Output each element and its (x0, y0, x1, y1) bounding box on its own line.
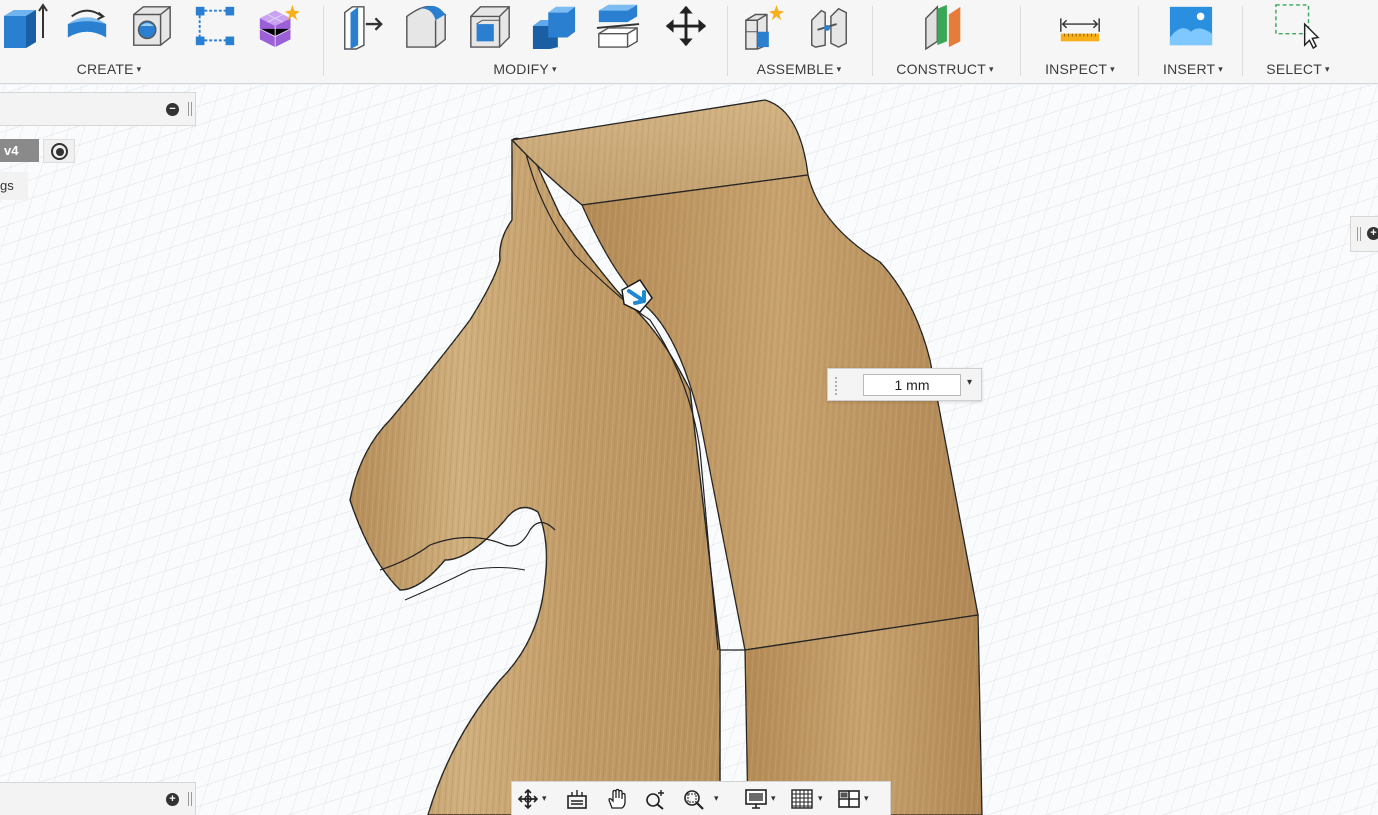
construct-group: CONSTRUCT ▾ (884, 0, 1006, 84)
inspect-menu[interactable]: INSPECT ▾ (1030, 61, 1130, 77)
display-settings-icon[interactable] (744, 788, 768, 810)
toolbar-divider (323, 6, 324, 76)
create-menu[interactable]: CREATE ▾ (0, 61, 228, 77)
toolbar-divider (1020, 6, 1021, 76)
look-at-icon[interactable] (566, 788, 588, 810)
collapse-browser-icon[interactable]: − (166, 103, 179, 116)
viewports-icon[interactable] (837, 788, 861, 810)
plus-symbol: + (1370, 227, 1377, 239)
fillet-radius-input[interactable] (863, 374, 961, 396)
right-panel-handle[interactable]: + (1350, 216, 1378, 252)
select-label: SELECT (1266, 61, 1322, 77)
browser-panel-header[interactable]: − (0, 92, 196, 126)
zoom-icon[interactable] (644, 788, 668, 810)
caret-down-icon: ▾ (988, 64, 994, 74)
create-group: CREATE ▾ (0, 0, 301, 84)
add-comment-icon[interactable]: + (166, 793, 179, 806)
hole-icon[interactable] (128, 2, 174, 50)
extrude-icon[interactable] (0, 2, 48, 50)
inspect-label: INSPECT (1045, 61, 1108, 77)
plane-icon[interactable] (922, 2, 968, 51)
caret-down-icon: ▾ (136, 64, 142, 74)
orbit-icon[interactable] (517, 788, 539, 810)
insert-menu[interactable]: INSERT ▾ (1146, 61, 1240, 77)
radio-inner-icon (55, 147, 64, 156)
caret-down-icon: ▾ (551, 64, 557, 74)
fillet-icon[interactable] (403, 2, 449, 50)
toolbar-divider (1138, 6, 1139, 76)
select-menu[interactable]: SELECT ▾ (1250, 61, 1346, 77)
press-pull-icon[interactable] (339, 2, 385, 50)
navigation-bar: ▾ ▾ ▾ ▾ ▾ (511, 781, 891, 815)
insert-image-icon[interactable] (1168, 2, 1214, 50)
settings-label: gs (0, 178, 14, 193)
ribbon-toolbar: CREATE ▾ MODIFY ▾ ASSEMBLE ▾ CONSTRUCT ▾… (0, 0, 1378, 84)
inspect-group: INSPECT ▾ (1030, 0, 1130, 84)
modify-menu[interactable]: MODIFY ▾ (335, 61, 715, 77)
pan-icon[interactable] (606, 788, 628, 810)
plus-symbol: + (169, 793, 176, 805)
document-version-badge[interactable]: v4 (0, 139, 39, 162)
version-label: v4 (4, 143, 19, 158)
fillet-radius-input-box: ▾ (827, 368, 982, 401)
construct-menu[interactable]: CONSTRUCT ▾ (884, 61, 1006, 77)
assemble-menu[interactable]: ASSEMBLE ▾ (738, 61, 860, 77)
drag-grip-icon[interactable] (834, 376, 838, 396)
grid-settings-icon[interactable] (790, 788, 814, 810)
combine-icon[interactable] (531, 2, 577, 50)
toolbar-divider (1242, 6, 1243, 76)
create-label: CREATE (76, 61, 134, 77)
caret-down-icon: ▾ (1110, 64, 1115, 74)
caret-down-icon: ▾ (836, 64, 842, 74)
split-body-icon[interactable] (595, 2, 641, 50)
active-document-radio[interactable] (43, 139, 75, 163)
caret-down-icon: ▾ (1218, 64, 1223, 74)
toolbar-divider (727, 6, 728, 76)
construct-label: CONSTRUCT (896, 61, 986, 77)
modify-label: MODIFY (493, 61, 549, 77)
insert-group: INSERT ▾ (1146, 0, 1240, 84)
minus-symbol: − (169, 103, 176, 115)
modify-group: MODIFY ▾ (335, 0, 715, 84)
revolve-icon[interactable] (64, 2, 110, 50)
expand-panel-icon[interactable]: + (1367, 227, 1378, 240)
toolbar-divider (872, 6, 873, 76)
new-component-icon[interactable] (742, 2, 788, 50)
select-group: SELECT ▾ (1250, 0, 1346, 84)
shell-icon[interactable] (467, 2, 513, 50)
panel-resize-handle[interactable] (188, 102, 192, 116)
display-dropdown-icon[interactable]: ▾ (771, 793, 776, 804)
measure-icon[interactable] (1057, 2, 1103, 50)
document-settings-node[interactable]: gs (0, 172, 28, 200)
zoom-dropdown-icon[interactable]: ▾ (714, 793, 719, 804)
3d-viewport[interactable] (0, 85, 1378, 815)
orbit-dropdown-icon[interactable]: ▾ (542, 793, 547, 804)
grid-dropdown-icon[interactable]: ▾ (818, 793, 823, 804)
assemble-label: ASSEMBLE (756, 61, 834, 77)
move-icon[interactable] (663, 2, 709, 50)
insert-label: INSERT (1162, 61, 1216, 77)
dimension-dropdown-icon[interactable]: ▾ (967, 377, 972, 388)
fit-icon[interactable] (682, 788, 706, 810)
viewports-dropdown-icon[interactable]: ▾ (864, 793, 869, 804)
assemble-group: ASSEMBLE ▾ (738, 0, 860, 84)
comments-panel-header[interactable]: + (0, 782, 196, 815)
panel-resize-handle[interactable] (188, 792, 192, 806)
sketch-pattern-icon[interactable] (192, 2, 238, 50)
ground-grid (0, 85, 1378, 815)
create-form-icon[interactable] (256, 2, 302, 50)
caret-down-icon: ▾ (1324, 64, 1330, 74)
joint-icon[interactable] (806, 2, 852, 50)
window-select-icon[interactable] (1274, 2, 1320, 50)
panel-resize-handle[interactable] (1357, 227, 1361, 241)
